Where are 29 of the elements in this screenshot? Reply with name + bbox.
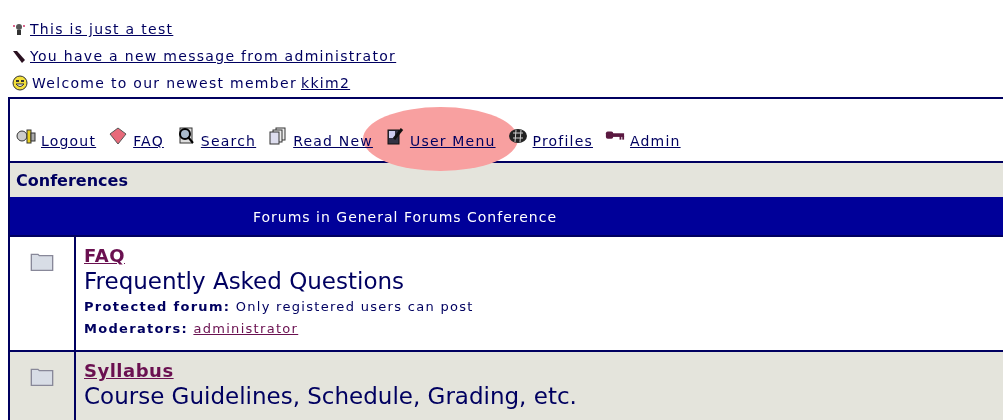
- nav-link[interactable]: Logout: [41, 133, 97, 149]
- nav-link[interactable]: Admin: [630, 133, 681, 149]
- forum-description: Course Guidelines, Schedule, Grading, etc.: [84, 382, 577, 411]
- notepad-icon: [384, 127, 405, 145]
- forum-description: Frequently Asked Questions: [84, 267, 406, 296]
- protected-label: Protected forum:: [84, 299, 231, 314]
- notice-link[interactable]: This is just a test: [30, 21, 174, 37]
- nav-link[interactable]: Search: [200, 133, 257, 149]
- notice-link[interactable]: You have a new message from administrator: [30, 48, 397, 64]
- nav-link[interactable]: Read New: [293, 133, 373, 149]
- quill-icon: [12, 50, 26, 64]
- globe-icon: [507, 127, 528, 145]
- gem-icon: [108, 127, 129, 145]
- figure-icon: [12, 23, 26, 37]
- keys-icon: [16, 127, 36, 145]
- member-link[interactable]: kkim2: [300, 75, 351, 91]
- table-header: Forums in General Forums Conference: [10, 197, 1003, 235]
- nav-link[interactable]: FAQ: [133, 133, 164, 149]
- moderators-label: Moderators:: [84, 321, 188, 336]
- forum-link[interactable]: FAQ: [84, 245, 125, 266]
- smiley-icon: [12, 75, 28, 91]
- section-title: Conferences: [10, 163, 1003, 197]
- pages-icon: [268, 127, 289, 145]
- welcome-text: Welcome to our newest member: [32, 75, 297, 91]
- protected-text: Only registered users can post: [234, 299, 474, 314]
- nav-link[interactable]: Profiles: [532, 133, 593, 149]
- moderator-link[interactable]: administrator: [193, 321, 299, 336]
- nav-link[interactable]: User Menu: [409, 133, 496, 149]
- forum-link[interactable]: Syllabus: [84, 360, 174, 381]
